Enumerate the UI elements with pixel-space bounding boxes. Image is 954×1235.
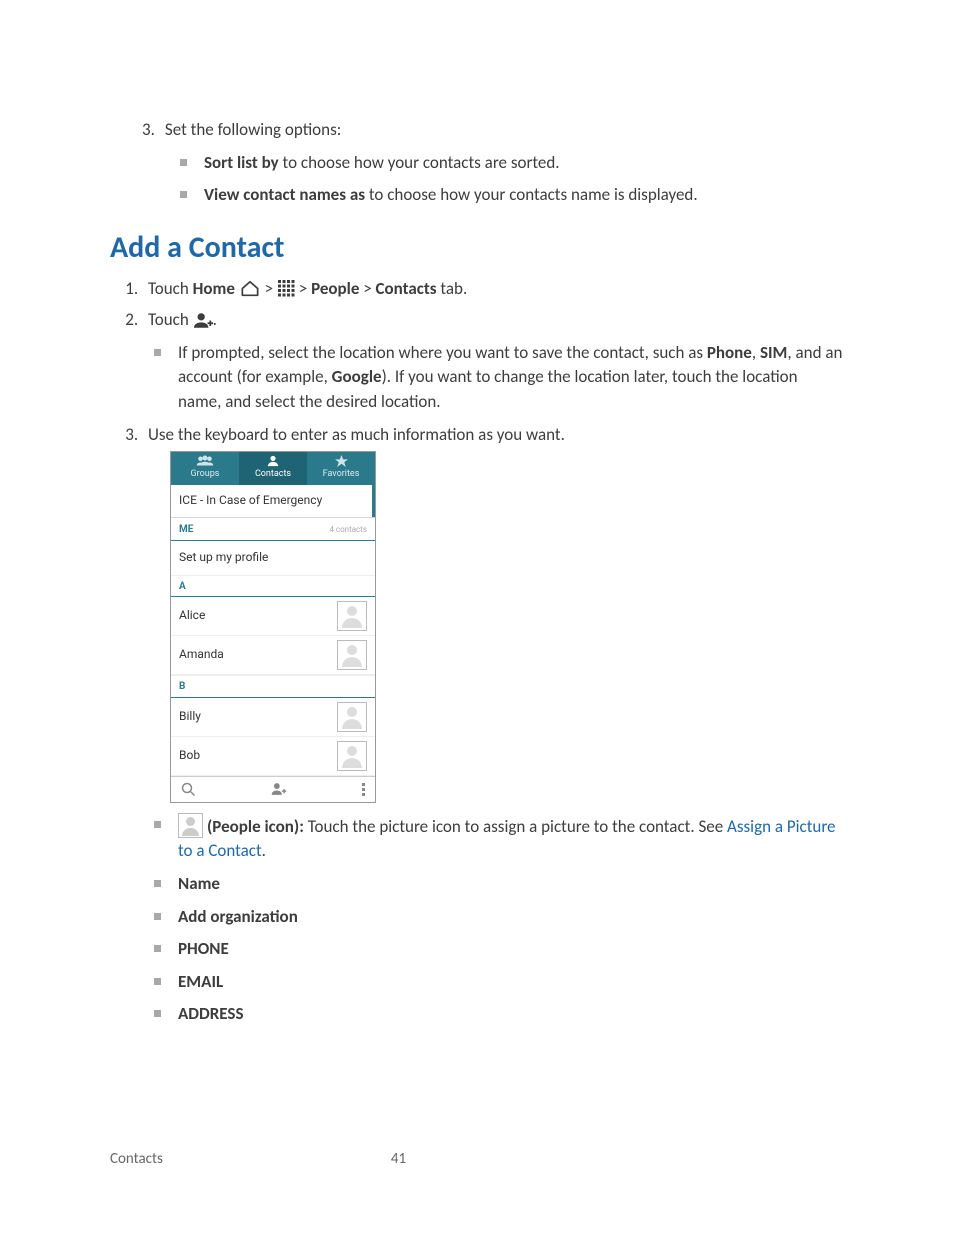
people-icon-label: (People icon): — [207, 816, 304, 837]
contact-row[interactable]: Amanda — [171, 636, 375, 675]
field-email: EMAIL — [148, 970, 844, 995]
option-bold: Sort list by — [204, 152, 279, 173]
home-icon — [239, 280, 261, 297]
overflow-menu-icon[interactable] — [362, 783, 365, 796]
step2-touch: Touch — [148, 309, 193, 330]
field-label: EMAIL — [178, 971, 223, 992]
contact-row[interactable]: Billy — [171, 698, 375, 737]
label-home: Home — [193, 278, 235, 299]
field-address: ADDRESS — [148, 1002, 844, 1027]
step-1: Touch Home > > People > Contacts tab. — [142, 277, 844, 302]
avatar — [337, 741, 367, 771]
label-phone: Phone — [707, 342, 752, 363]
person-icon — [267, 455, 279, 467]
tab-contacts[interactable]: Contacts — [239, 452, 307, 485]
tab-label: Contacts — [255, 469, 291, 479]
avatar — [337, 640, 367, 670]
option-sort-list-by: Sort list by to choose how your contacts… — [174, 151, 844, 176]
people-icon-thumb — [178, 813, 203, 838]
index-letter-a: A — [171, 575, 375, 598]
me-label: ME — [179, 523, 193, 538]
tab-label: Favorites — [323, 469, 360, 479]
tab-suffix: tab. — [437, 278, 468, 299]
sep: > — [359, 278, 375, 299]
phone-screenshot: Groups Contacts Favorites ICE - In Case … — [170, 451, 376, 802]
sep: > — [261, 278, 277, 299]
t: . — [262, 840, 266, 861]
contact-name: Alice — [179, 607, 205, 624]
label-sim: SIM — [760, 342, 787, 363]
star-icon — [335, 455, 348, 467]
t: , — [752, 342, 760, 363]
footer-page-number: 41 — [391, 1149, 406, 1171]
contact-name: Bob — [179, 747, 200, 764]
contact-row[interactable]: Alice — [171, 597, 375, 636]
step3-text: Use the keyboard to enter as much inform… — [148, 424, 565, 445]
section-heading: Add a Contact — [110, 226, 844, 270]
avatar — [337, 601, 367, 631]
me-header: ME 4 contacts — [171, 518, 375, 542]
label-contacts: Contacts — [376, 278, 437, 299]
field-phone: PHONE — [148, 937, 844, 962]
search-icon[interactable] — [181, 782, 196, 797]
apps-grid-icon — [277, 279, 295, 297]
t: Touch the picture icon to assign a pictu… — [304, 816, 727, 837]
contact-row[interactable]: Bob — [171, 737, 375, 776]
index-letter-b: B — [171, 675, 375, 698]
contact-count: 4 contacts — [329, 524, 367, 536]
t: If prompted, select the location where y… — [178, 342, 707, 363]
scroll-indicator — [372, 485, 375, 516]
field-label: ADDRESS — [178, 1003, 244, 1024]
field-add-organization: Add organization — [148, 905, 844, 930]
step1-touch: Touch — [148, 278, 193, 299]
tab-favorites[interactable]: Favorites — [307, 452, 375, 485]
ice-row[interactable]: ICE - In Case of Emergency — [171, 485, 375, 517]
intro-text: Set the following options: — [165, 118, 341, 143]
field-label: PHONE — [178, 938, 229, 959]
add-contact-icon — [193, 312, 213, 329]
sep: > — [295, 278, 311, 299]
label-google: Google — [332, 366, 382, 387]
tab-groups[interactable]: Groups — [171, 452, 239, 485]
step2-note: If prompted, select the location where y… — [148, 341, 844, 415]
avatar — [337, 702, 367, 732]
contact-name: Billy — [179, 708, 201, 725]
label-people: People — [311, 278, 359, 299]
field-name: Name — [148, 872, 844, 897]
field-label: Name — [178, 873, 220, 894]
groups-icon — [196, 455, 214, 467]
step-3: Use the keyboard to enter as much inform… — [142, 423, 844, 1027]
option-bold: View contact names as — [204, 184, 365, 205]
contact-name: Amanda — [179, 646, 224, 663]
setup-profile-row[interactable]: Set up my profile — [171, 541, 375, 574]
list-number: 3. — [142, 118, 155, 143]
option-rest: to choose how your contacts are sorted. — [279, 152, 560, 173]
field-people-icon: (People icon): Touch the picture icon to… — [148, 813, 844, 864]
add-contact-icon[interactable] — [271, 782, 287, 796]
step-2: Touch . If prompted, select the location… — [142, 308, 844, 415]
option-view-contact-names: View contact names as to choose how your… — [174, 183, 844, 208]
option-rest: to choose how your contacts name is disp… — [365, 184, 698, 205]
field-label: Add organization — [178, 906, 298, 927]
ice-label: ICE - In Case of Emergency — [179, 493, 322, 507]
period: . — [213, 309, 217, 330]
footer-section: Contacts — [110, 1149, 163, 1171]
tab-label: Groups — [191, 469, 220, 479]
page-footer: Contacts 41 — [110, 1149, 844, 1171]
